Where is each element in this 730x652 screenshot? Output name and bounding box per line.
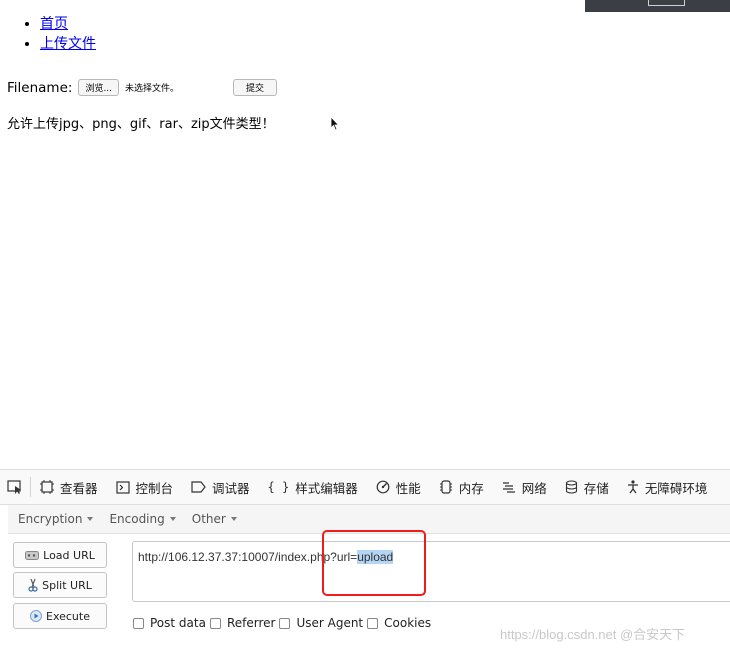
tab-label: 无障碍环境 — [644, 480, 708, 496]
network-icon — [502, 481, 515, 493]
nav-list: 首页 上传文件 — [22, 14, 96, 54]
option-label: Referrer — [226, 616, 276, 630]
chevron-down-icon — [87, 517, 94, 521]
menu-other[interactable]: Other — [192, 512, 237, 526]
menu-label: Encryption — [18, 512, 83, 526]
accessibility-icon — [627, 480, 638, 494]
tab-label: 内存 — [458, 480, 484, 496]
button-label: Load URL — [43, 548, 95, 562]
scissors-icon — [28, 578, 38, 592]
braces-icon: { } — [267, 480, 290, 494]
top-right-overlay — [585, 0, 730, 12]
load-url-icon — [25, 550, 40, 560]
option-referrer[interactable]: Referrer — [209, 616, 276, 630]
tab-label: 调试器 — [212, 480, 250, 496]
nav-item-home: 首页 — [40, 14, 96, 34]
debugger-icon — [191, 481, 206, 493]
nav-item-upload: 上传文件 — [40, 34, 96, 54]
tab-storage[interactable]: 存储 — [556, 478, 618, 497]
option-cookies[interactable]: Cookies — [367, 616, 431, 630]
menu-encryption[interactable]: Encryption — [18, 512, 94, 526]
tab-inspector[interactable]: 查看器 — [31, 478, 107, 497]
menu-encoding[interactable]: Encoding — [109, 512, 176, 526]
tab-console[interactable]: 控制台 — [107, 478, 183, 497]
option-label: Cookies — [384, 616, 432, 630]
option-label: User Agent — [296, 616, 364, 630]
option-user-agent[interactable]: User Agent — [279, 616, 363, 630]
option-post-data[interactable]: Post data — [133, 616, 206, 630]
devtools-toolbar: 查看器 控制台 调试器 { } 样式编辑器 性能 内存 网络 存储 无障碍环境 — [0, 469, 730, 505]
upload-form: Filename: 浏览... 未选择文件。 提交 — [7, 79, 278, 96]
inspector-icon — [40, 480, 54, 494]
tab-performance[interactable]: 性能 — [367, 478, 430, 497]
storage-icon — [565, 480, 577, 494]
execute-button[interactable]: Execute — [13, 603, 107, 629]
checkbox[interactable] — [209, 617, 221, 629]
tab-label: 查看器 — [60, 480, 98, 496]
tab-network[interactable]: 网络 — [493, 478, 556, 497]
highlight-box — [322, 530, 426, 596]
filename-label: Filename: — [7, 79, 73, 96]
no-file-text: 未选择文件。 — [125, 84, 180, 94]
url-textarea[interactable]: http://106.12.37.37:10007/index.php?url=… — [132, 541, 730, 602]
tab-style-editor[interactable]: { } 样式编辑器 — [259, 478, 367, 497]
menu-label: Encoding — [109, 512, 165, 526]
checkbox[interactable] — [133, 617, 144, 629]
browse-button[interactable]: 浏览... — [78, 79, 120, 96]
nav-link-home[interactable]: 首页 — [40, 16, 68, 32]
performance-icon — [376, 480, 390, 494]
button-label: Split URL — [42, 578, 92, 592]
checkbox[interactable] — [279, 617, 291, 629]
checkbox[interactable] — [367, 617, 379, 629]
console-icon — [115, 480, 130, 494]
tab-label: 存储 — [583, 480, 609, 496]
hackbar-options: Post data Referrer User Agent Cookies — [133, 616, 435, 630]
load-url-button[interactable]: Load URL — [13, 542, 107, 568]
mouse-cursor-icon — [330, 115, 340, 135]
overlay-button — [648, 0, 685, 6]
tab-memory[interactable]: 内存 — [430, 478, 493, 497]
play-icon — [30, 610, 42, 622]
nav-link-upload[interactable]: 上传文件 — [40, 36, 96, 52]
button-label: Execute — [46, 609, 90, 623]
devtools-panel: 查看器 控制台 调试器 { } 样式编辑器 性能 内存 网络 存储 无障碍环境 … — [0, 469, 730, 652]
option-label: Post data — [150, 616, 206, 630]
tab-label: 样式编辑器 — [295, 480, 358, 496]
split-url-button[interactable]: Split URL — [13, 572, 107, 598]
tab-label: 性能 — [395, 480, 421, 496]
allowed-types-message: 允许上传jpg、png、gif、rar、zip文件类型！ — [7, 117, 275, 132]
chevron-down-icon — [169, 517, 176, 521]
memory-icon — [439, 480, 452, 494]
submit-button[interactable]: 提交 — [233, 79, 278, 96]
chevron-down-icon — [230, 517, 237, 521]
element-picker-icon[interactable] — [0, 477, 31, 497]
tab-accessibility[interactable]: 无障碍环境 — [618, 478, 717, 497]
tab-label: 网络 — [521, 480, 547, 496]
tab-label: 控制台 — [135, 480, 174, 496]
menu-label: Other — [191, 512, 226, 526]
watermark: https://blog.csdn.net @合安天下 — [500, 627, 686, 642]
tab-debugger[interactable]: 调试器 — [182, 478, 259, 497]
